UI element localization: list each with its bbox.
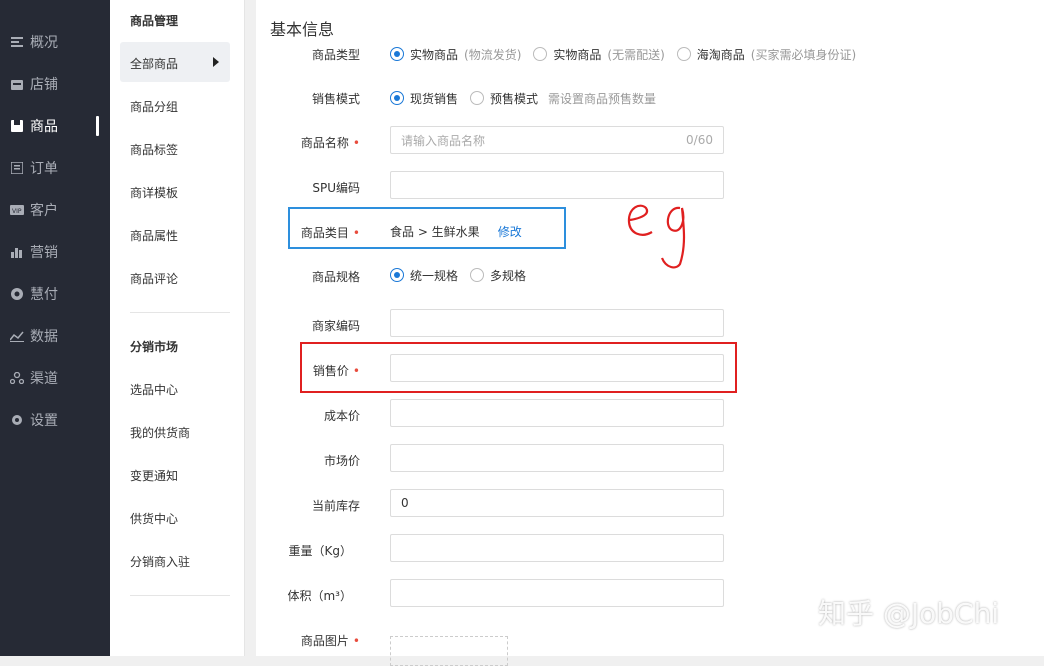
sidebar-item-order[interactable]: 订单 <box>10 156 58 180</box>
sidebar-item-store[interactable]: 店铺 <box>10 72 58 96</box>
svg-text:VIP: VIP <box>12 208 22 215</box>
nav-item-selection-center[interactable]: 选品中心 <box>130 381 178 398</box>
merchant-code-label: 商家编码 <box>311 319 360 333</box>
product-type-radio-group: 实物商品 (物流发货) 实物商品 (无需配送) 海淘商品 (买家需必填身份证) <box>390 45 868 63</box>
radio-checked-icon <box>390 47 404 61</box>
market-price-input[interactable] <box>390 444 724 472</box>
radio-unchecked-icon <box>676 47 691 61</box>
order-icon <box>10 161 24 175</box>
section-title: 基本信息 <box>270 20 335 39</box>
payment-icon <box>10 287 24 301</box>
radio-unchecked-icon <box>533 47 548 61</box>
radio-unchecked-icon <box>470 91 485 105</box>
store-icon <box>10 77 24 91</box>
marketing-icon <box>10 245 24 259</box>
cost-price-label: 成本价 <box>323 409 360 423</box>
product-type-option-overseas[interactable]: 海淘商品 (买家需必填身份证) <box>676 46 856 63</box>
product-images-label: 商品图片 • <box>300 634 360 648</box>
product-type-label: 商品类型 <box>311 48 360 62</box>
sale-mode-hint: 需设置商品预售数量 <box>548 91 657 106</box>
volume-input[interactable] <box>390 579 724 607</box>
customer-icon: VIP <box>10 203 24 217</box>
cost-price-input[interactable] <box>390 399 724 427</box>
weight-input[interactable] <box>390 534 724 562</box>
annotation-red-box <box>300 342 737 393</box>
nav-item-groups[interactable]: 商品分组 <box>130 98 178 115</box>
sidebar-item-label: 慧付 <box>30 287 58 303</box>
sidebar-item-label: 客户 <box>30 203 58 219</box>
active-indicator <box>96 116 99 136</box>
sidebar-item-label: 概况 <box>30 35 58 51</box>
channel-icon <box>10 371 24 385</box>
nav-item-tags[interactable]: 商品标签 <box>130 141 178 158</box>
sidebar-item-label: 数据 <box>30 329 58 345</box>
product-icon <box>10 119 24 133</box>
product-type-option-physical-no-delivery[interactable]: 实物商品 (无需配送) <box>533 46 665 63</box>
nav-item-attributes[interactable]: 商品属性 <box>130 227 178 244</box>
primary-sidebar: 概况 店铺 商品 订单 VIP 客户 营销 慧付 数据 渠道 设置 <box>0 0 110 656</box>
sale-mode-radio-group: 现货销售 预售模式 需设置商品预售数量 <box>390 89 656 107</box>
weight-label: 重量（Kg） <box>288 544 353 558</box>
product-name-input[interactable]: 请输入商品名称 0/60 <box>390 126 724 154</box>
sidebar-item-settings[interactable]: 设置 <box>10 408 58 432</box>
spec-option-multiple[interactable]: 多规格 <box>470 267 526 284</box>
nav-item-change-notice[interactable]: 变更通知 <box>130 467 178 484</box>
sidebar-item-customer[interactable]: VIP 客户 <box>10 198 58 222</box>
sale-mode-option-presale[interactable]: 预售模式 <box>470 90 538 107</box>
stock-label: 当前库存 <box>311 499 360 513</box>
annotation-eg-scribble <box>627 204 686 269</box>
sidebar-item-data[interactable]: 数据 <box>10 324 58 348</box>
sidebar-item-product[interactable]: 商品 <box>10 114 58 138</box>
watermark: 知乎 @JobChi <box>818 597 1000 630</box>
product-type-option-physical-shipping[interactable]: 实物商品 (物流发货) <box>390 46 521 63</box>
product-name-placeholder: 请输入商品名称 <box>401 133 486 148</box>
nav-group-title: 商品管理 <box>130 14 179 28</box>
nav-item-detail-templates[interactable]: 商详模板 <box>130 184 178 201</box>
image-upload-area[interactable] <box>390 636 508 666</box>
sidebar-item-label: 营销 <box>30 245 58 261</box>
sidebar-item-label: 店铺 <box>30 77 58 93</box>
merchant-code-input[interactable] <box>390 309 724 337</box>
sale-mode-label: 销售模式 <box>311 92 360 106</box>
stock-input[interactable]: 0 <box>390 489 724 517</box>
nav-divider <box>130 312 230 313</box>
product-name-label: 商品名称 • <box>300 136 360 150</box>
char-counter: 0/60 <box>686 133 713 147</box>
sidebar-item-label: 设置 <box>30 413 58 429</box>
overview-icon <box>10 35 24 49</box>
spu-code-label: SPU编码 <box>312 181 360 195</box>
nav-item-my-suppliers[interactable]: 我的供货商 <box>130 424 190 441</box>
spu-code-input[interactable] <box>390 171 724 199</box>
data-icon <box>10 329 24 343</box>
annotation-blue-box <box>288 207 566 249</box>
volume-label: 体积（m³） <box>287 589 352 603</box>
sidebar-item-label: 渠道 <box>30 371 58 387</box>
nav-item-distributor-join[interactable]: 分销商入驻 <box>130 553 190 570</box>
nav-item-supply-center[interactable]: 供货中心 <box>130 510 178 527</box>
radio-checked-icon <box>390 268 404 282</box>
spec-option-unified[interactable]: 统一规格 <box>390 267 458 284</box>
sidebar-item-marketing[interactable]: 营销 <box>10 240 58 264</box>
settings-icon <box>10 413 24 427</box>
spec-label: 商品规格 <box>311 270 360 284</box>
spec-radio-group: 统一规格 多规格 <box>390 266 538 284</box>
main-content: 基本信息 商品类型 实物商品 (物流发货) 实物商品 (无需配送) 海淘商品 (… <box>256 0 1044 666</box>
nav-group-title: 分销市场 <box>130 340 179 354</box>
sidebar-item-label: 商品 <box>30 119 58 135</box>
radio-unchecked-icon <box>470 268 485 282</box>
stock-value: 0 <box>401 496 409 510</box>
caret-right-icon <box>213 57 219 67</box>
sidebar-item-label: 订单 <box>30 161 58 177</box>
radio-checked-icon <box>390 91 404 105</box>
sidebar-item-overview[interactable]: 概况 <box>10 30 58 54</box>
sidebar-item-channel[interactable]: 渠道 <box>10 366 58 390</box>
nav-item-reviews[interactable]: 商品评论 <box>130 270 178 287</box>
sidebar-item-payment[interactable]: 慧付 <box>10 282 58 306</box>
sale-mode-option-spot[interactable]: 现货销售 <box>390 90 458 107</box>
nav-item-all-products[interactable]: 全部商品 <box>130 55 178 72</box>
market-price-label: 市场价 <box>323 454 360 468</box>
